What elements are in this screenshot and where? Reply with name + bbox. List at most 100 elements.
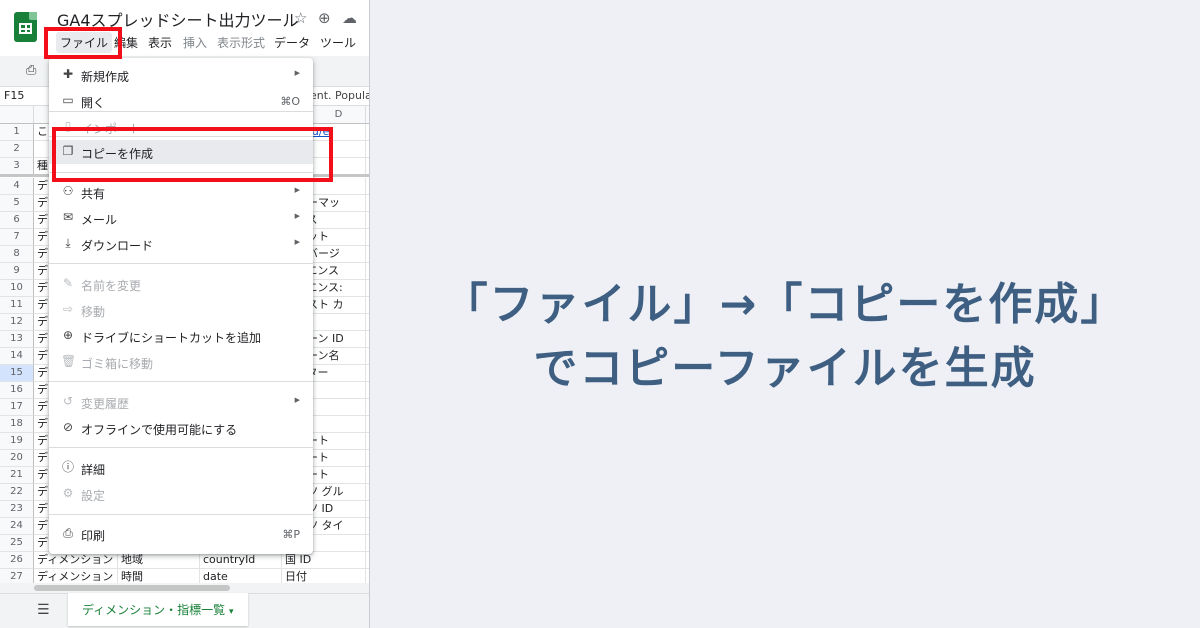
toolbar-print-icon[interactable]: ⎙ [26, 63, 36, 78]
row-header[interactable]: 7 [0, 229, 34, 246]
history-icon: ↺ [62, 394, 74, 408]
submenu-arrow-icon: ▶ [294, 212, 300, 220]
menu-item-label: メール [81, 213, 118, 227]
menu-item-label: 新規作成 [81, 70, 130, 84]
menu-item-label: ゴミ箱に移動 [81, 357, 154, 371]
submenu-arrow-icon: ▶ [294, 186, 300, 194]
move-to-drive-icon[interactable]: ⊕ [318, 9, 331, 27]
menu-4[interactable]: 表示形式 [217, 34, 265, 51]
menu-6[interactable]: ツール [320, 34, 356, 51]
menu-item-drive-shortcut[interactable]: ⊕ ドライブにショートカットを追加 [49, 324, 313, 348]
share-icon: ⚇ [62, 184, 74, 198]
row-header[interactable]: 15 [0, 365, 34, 382]
menu-item-new[interactable]: ✚ 新規作成 ▶ [49, 63, 313, 87]
menu-separator [49, 514, 313, 515]
cell[interactable]: ディメンション [34, 552, 118, 569]
all-sheets-icon[interactable]: ☰ [37, 602, 50, 618]
menu-item-download[interactable]: ⤓ ダウンロード ▶ [49, 232, 313, 256]
row-header[interactable]: 23 [0, 501, 34, 518]
row-header[interactable]: 6 [0, 212, 34, 229]
menu-item-label: ドライブにショートカットを追加 [81, 331, 262, 345]
row-header[interactable]: 17 [0, 399, 34, 416]
menu-item-label: 詳細 [81, 463, 106, 477]
menu-item-mail[interactable]: ✉ メール ▶ [49, 206, 313, 230]
caption-line-1: 「ファイル」→「コピーを作成」 [443, 279, 1127, 330]
rename-icon: ✎ [62, 276, 74, 290]
sheet-tab-active[interactable]: ディメンション・指標一覧 ▾ [68, 593, 248, 626]
spreadsheet-screenshot: GA4スプレッドシート出力ツール ☆ ⊕ ☁ ファイル 編集 表示 挿入 表示形式 データ… [0, 0, 370, 628]
row-header[interactable]: 24 [0, 518, 34, 535]
submenu-arrow-icon: ▶ [294, 69, 300, 77]
download-icon: ⤓ [65, 236, 71, 250]
menu-item-rename: ✎ 名前を変更 [49, 272, 313, 296]
sheets-logo-icon[interactable] [14, 12, 37, 42]
submenu-arrow-icon: ▶ [294, 396, 300, 404]
row-header[interactable]: 21 [0, 467, 34, 484]
menu-item-info[interactable]: ⓘ 詳細 [49, 456, 313, 480]
row-header[interactable]: 13 [0, 331, 34, 348]
move-icon: ⇨ [62, 302, 74, 316]
chevron-down-icon[interactable]: ▾ [229, 607, 234, 617]
caption-panel: 「ファイル」→「コピーを作成」 でコピーファイルを生成 [370, 0, 1200, 628]
scrollbar-thumb[interactable] [34, 585, 230, 591]
print-icon: ⎙ [63, 526, 73, 540]
row-header[interactable]: 5 [0, 195, 34, 212]
menu-3[interactable]: 挿入 [183, 34, 207, 51]
menu-shortcut: ⌘O [280, 95, 300, 108]
drive-shortcut-icon: ⊕ [62, 328, 74, 342]
cell[interactable]: 国 ID [282, 552, 366, 569]
row-header[interactable]: 4 [0, 178, 34, 195]
menu-separator [49, 381, 313, 382]
name-box[interactable]: F15 [4, 89, 24, 102]
settings-icon: ⚙ [62, 486, 74, 500]
formula-input[interactable]: ent. Populat [310, 89, 369, 102]
cell[interactable]: countryId [200, 552, 282, 569]
menu-item-label: 名前を変更 [81, 279, 142, 293]
row-header[interactable]: 19 [0, 433, 34, 450]
menu-item-label: 設定 [81, 489, 106, 503]
row-header[interactable]: 10 [0, 280, 34, 297]
row-header[interactable]: 9 [0, 263, 34, 280]
menu-item-offline[interactable]: ⊘ オフラインで使用可能にする [49, 416, 313, 440]
select-all-corner[interactable] [0, 106, 34, 124]
menu-item-label: 開く [81, 96, 106, 110]
new-icon: ✚ [62, 67, 74, 81]
menu-item-history: ↺ 変更履歴 ▶ [49, 390, 313, 414]
row-header[interactable]: 8 [0, 246, 34, 263]
menu-separator [49, 447, 313, 448]
row-header[interactable]: 1 [0, 124, 34, 141]
sheet-tab-label: ディメンション・指標一覧 [82, 603, 226, 617]
menu-item-label: 変更履歴 [81, 397, 130, 411]
menu-item-move: ⇨ 移動 [49, 298, 313, 322]
star-icon[interactable]: ☆ [294, 9, 307, 27]
row-header[interactable]: 14 [0, 348, 34, 365]
row-header[interactable]: 20 [0, 450, 34, 467]
menu-item-folder[interactable]: ▭ 開く ⌘O [49, 89, 313, 113]
row-header[interactable]: 22 [0, 484, 34, 501]
trash-icon: 🗑 [61, 354, 77, 368]
menu-2[interactable]: 表示 [148, 34, 172, 51]
menu-5[interactable]: データ [274, 34, 310, 51]
row-header[interactable]: 2 [0, 141, 34, 158]
menu-item-trash: 🗑 ゴミ箱に移動 [49, 350, 313, 374]
highlight-box-make-copy [52, 127, 333, 182]
cell[interactable]: 地域 [118, 552, 200, 569]
menu-item-share[interactable]: ⚇ 共有 ▶ [49, 180, 313, 204]
highlight-box-file-menu [44, 27, 122, 59]
row-header[interactable]: 12 [0, 314, 34, 331]
row-header[interactable]: 18 [0, 416, 34, 433]
menu-item-label: ダウンロード [81, 239, 154, 253]
row-header[interactable]: 3 [0, 158, 34, 175]
offline-icon: ⊘ [62, 420, 74, 434]
menu-item-label: 共有 [81, 187, 106, 201]
row-header[interactable]: 25 [0, 535, 34, 552]
menu-item-settings: ⚙ 設定 [49, 482, 313, 506]
caption-line-2: でコピーファイルを生成 [533, 343, 1037, 394]
row-header[interactable]: 26 [0, 552, 34, 569]
row-header[interactable]: 11 [0, 297, 34, 314]
submenu-arrow-icon: ▶ [294, 238, 300, 246]
cloud-status-icon[interactable]: ☁ [342, 9, 357, 27]
row-header[interactable]: 16 [0, 382, 34, 399]
menu-item-print[interactable]: ⎙ 印刷 ⌘P [49, 522, 313, 546]
mail-icon: ✉ [62, 210, 74, 224]
